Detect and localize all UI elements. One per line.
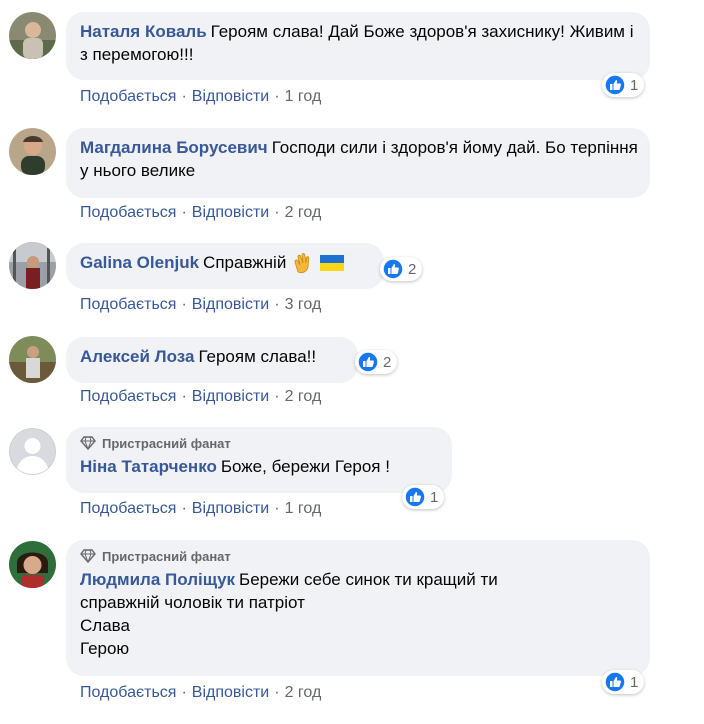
avatar[interactable]	[9, 12, 56, 59]
reaction-count-label: 2	[408, 260, 417, 278]
diamond-badge-icon	[80, 436, 96, 450]
comment-bubble: Алексей Лоза Героям слава!!	[66, 337, 358, 383]
separator-dot: ·	[274, 500, 280, 517]
like-icon	[604, 671, 626, 693]
comment-bubble: Пристрасний фанат Людмила Поліщук Бережи …	[66, 540, 650, 676]
comment-actions: Подобається · Відповісти · 2 год	[80, 204, 321, 222]
separator-dot: ·	[274, 296, 280, 313]
reply-button[interactable]: Відповісти	[192, 88, 269, 106]
comment-text: Galina Olenjuk Справжній	[80, 251, 372, 274]
comment-actions: Подобається · Відповісти · 3 год	[80, 296, 321, 314]
comment-author[interactable]: Людмила Поліщук	[80, 570, 235, 589]
like-icon	[382, 258, 404, 280]
timestamp[interactable]: 3 год	[285, 296, 322, 314]
separator-dot: ·	[274, 388, 280, 405]
like-button[interactable]: Подобається	[80, 500, 176, 518]
reaction-count-label: 1	[630, 76, 639, 94]
comment-text: Магдалина Борусевич Господи сили і здоров…	[80, 136, 638, 182]
timestamp[interactable]: 2 год	[285, 684, 322, 702]
comment-text: Алексей Лоза Героям слава!!	[80, 345, 346, 368]
reaction-count[interactable]: 1	[402, 485, 445, 509]
like-button[interactable]: Подобається	[80, 388, 176, 406]
avatar[interactable]	[9, 242, 56, 289]
like-icon	[604, 74, 626, 96]
fan-badge: Пристрасний фанат	[80, 435, 440, 451]
separator-dot: ·	[181, 684, 187, 701]
comment-author[interactable]: Магдалина Борусевич	[80, 138, 268, 157]
separator-dot: ·	[181, 204, 187, 221]
separator-dot: ·	[274, 684, 280, 701]
comment-body: Боже, бережи Героя !	[220, 457, 390, 476]
separator-dot: ·	[181, 500, 187, 517]
separator-dot: ·	[181, 88, 187, 105]
like-icon	[357, 351, 379, 373]
comment-actions: Подобається · Відповісти · 2 год	[80, 388, 321, 406]
timestamp[interactable]: 2 год	[285, 388, 322, 406]
avatar[interactable]	[9, 128, 56, 175]
diamond-badge-icon	[80, 549, 96, 563]
comment-text: Людмила Поліщук Бережи себе синок ти кращ…	[80, 568, 580, 614]
comment-actions: Подобається · Відповісти · 1 год	[80, 88, 321, 106]
like-icon	[404, 486, 426, 508]
comment-author[interactable]: Наталя Коваль	[80, 22, 207, 41]
comment-actions: Подобається · Відповісти · 2 год	[80, 684, 321, 702]
comment-author[interactable]: Алексей Лоза	[80, 347, 194, 366]
ukraine-flag-icon	[320, 254, 345, 271]
separator-dot: ·	[181, 296, 187, 313]
comment-bubble: Galina Olenjuk Справжній	[66, 243, 384, 289]
comment-line: Слава	[80, 616, 130, 635]
avatar[interactable]	[9, 541, 56, 588]
reaction-count[interactable]: 1	[602, 73, 645, 97]
separator-dot: ·	[274, 88, 280, 105]
like-button[interactable]: Подобається	[80, 684, 176, 702]
avatar[interactable]	[9, 428, 56, 475]
comment-body: Героям слава!!	[198, 347, 317, 366]
reaction-count[interactable]: 2	[355, 350, 398, 374]
like-button[interactable]: Подобається	[80, 296, 176, 314]
reply-button[interactable]: Відповісти	[192, 684, 269, 702]
fan-badge-label: Пристрасний фанат	[102, 435, 231, 451]
reaction-count-label: 1	[630, 673, 639, 691]
reply-button[interactable]: Відповісти	[192, 388, 269, 406]
reaction-count[interactable]: 2	[380, 257, 423, 281]
reaction-count-label: 2	[383, 353, 392, 371]
comment-bubble: Пристрасний фанат Ніна Татарченко Боже, б…	[66, 427, 452, 493]
comment-text: Наталя Коваль Героям слава! Дай Боже здор…	[80, 20, 638, 66]
timestamp[interactable]: 1 год	[285, 500, 322, 518]
reply-button[interactable]: Відповісти	[192, 500, 269, 518]
comment-actions: Подобається · Відповісти · 1 год	[80, 500, 321, 518]
like-button[interactable]: Подобається	[80, 88, 176, 106]
like-button[interactable]: Подобається	[80, 204, 176, 222]
fan-badge-label: Пристрасний фанат	[102, 548, 231, 564]
timestamp[interactable]: 1 год	[285, 88, 322, 106]
reply-button[interactable]: Відповісти	[192, 296, 269, 314]
timestamp[interactable]: 2 год	[285, 204, 322, 222]
comment-author[interactable]: Galina Olenjuk	[80, 251, 199, 274]
comment-author[interactable]: Ніна Татарченко	[80, 457, 217, 476]
comment-bubble: Наталя Коваль Героям слава! Дай Боже здор…	[66, 12, 650, 80]
avatar[interactable]	[9, 336, 56, 383]
reaction-count[interactable]: 1	[602, 670, 645, 694]
comment-bubble: Магдалина Борусевич Господи сили і здоров…	[66, 128, 650, 198]
comment-text: Ніна Татарченко Боже, бережи Героя !	[80, 455, 440, 478]
separator-dot: ·	[181, 388, 187, 405]
reaction-count-label: 1	[430, 488, 439, 506]
comment-body: Справжній	[203, 253, 287, 272]
reply-button[interactable]: Відповісти	[192, 204, 269, 222]
separator-dot: ·	[274, 204, 280, 221]
fan-badge: Пристрасний фанат	[80, 548, 638, 564]
clap-emoji-icon	[294, 252, 310, 273]
comment-line: Герою	[80, 639, 130, 658]
